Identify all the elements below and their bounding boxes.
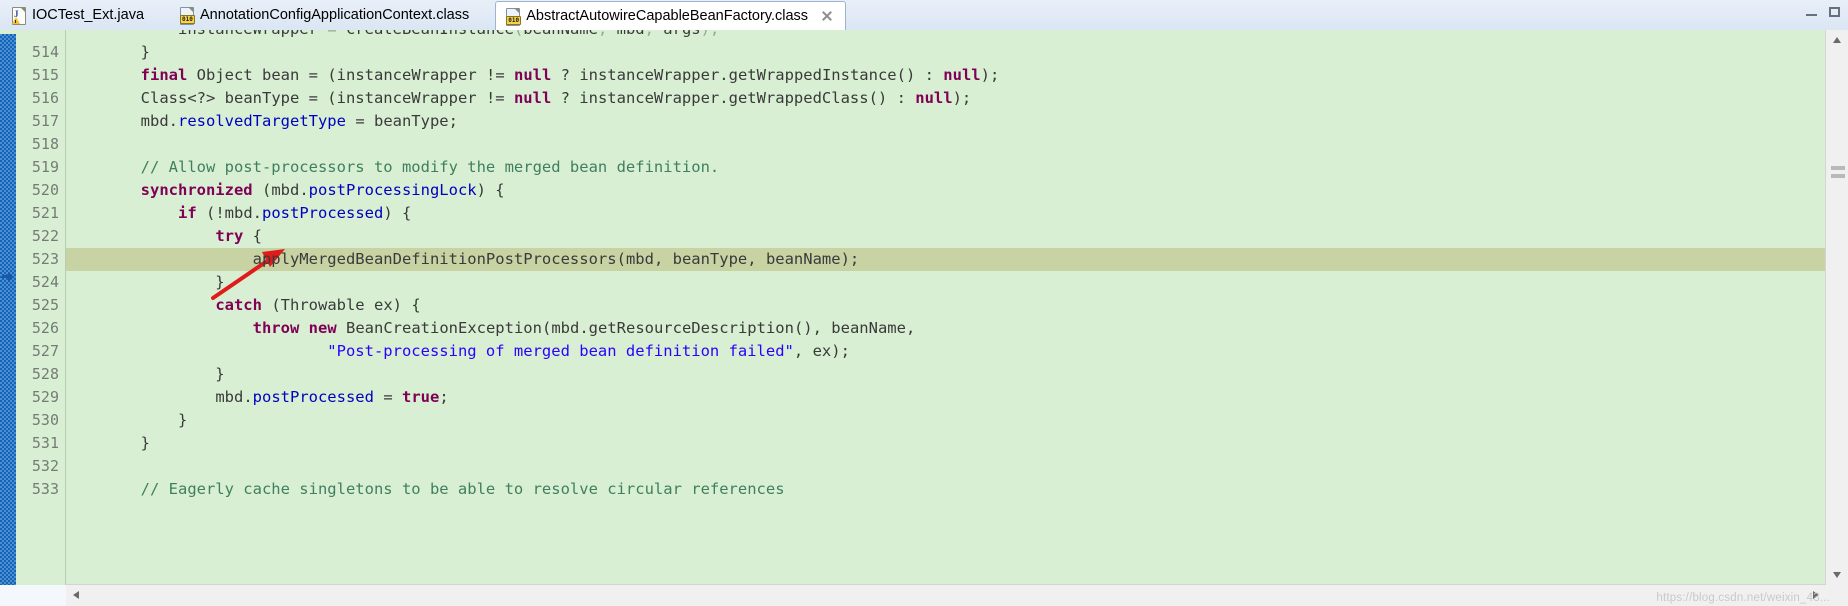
line-number: 515 xyxy=(31,66,59,84)
java-file-icon: J xyxy=(11,7,26,25)
tab-abstractautowirecapablebeanfactory-class[interactable]: 010 AbstractAutowireCapableBeanFactory.c… xyxy=(495,1,847,30)
window-controls xyxy=(1805,5,1842,19)
code-line[interactable]: final Object bean = (instanceWrapper != … xyxy=(66,64,1826,87)
code-line[interactable] xyxy=(66,133,1826,156)
tab-label: AnnotationConfigApplicationContext.class xyxy=(200,7,470,24)
code-line-text: instanceWrapper = createBeanInstance(bea… xyxy=(66,30,719,38)
change-bar xyxy=(0,30,16,585)
line-number: 530 xyxy=(31,411,59,429)
code-line[interactable]: } xyxy=(66,41,1826,64)
code-line-text: } xyxy=(66,434,150,452)
code-line[interactable]: } xyxy=(66,409,1826,432)
line-number: 527 xyxy=(31,342,59,360)
code-editor[interactable]: 514 515 516 517 518 519 520 521 522 523 524 525 526 5… xyxy=(0,30,1848,585)
code-line[interactable]: throw new BeanCreationException(mbd.getR… xyxy=(66,317,1826,340)
class-file-icon: 010 xyxy=(505,7,522,26)
line-number: 531 xyxy=(31,434,59,452)
watermark-text: https://blog.csdn.net/weixin_43... xyxy=(1656,592,1830,604)
ruler-marker[interactable] xyxy=(1831,174,1845,178)
code-line-text: } xyxy=(66,273,225,291)
line-number: 519 xyxy=(31,158,59,176)
tab-label: AbstractAutowireCapableBeanFactory.class xyxy=(526,7,809,24)
code-line[interactable]: // Allow post-processors to modify the m… xyxy=(66,156,1826,179)
breakpoint-marker-icon[interactable] xyxy=(2,271,14,283)
code-line[interactable]: } xyxy=(66,363,1826,386)
minimize-icon[interactable] xyxy=(1805,5,1819,19)
code-line-text: // Eagerly cache singletons to be able t… xyxy=(140,480,785,498)
change-bar-top-cap xyxy=(0,30,16,34)
code-line[interactable]: "Post-processing of merged bean definiti… xyxy=(66,340,1826,363)
code-line-text: synchronized (mbd.postProcessingLock) { xyxy=(140,181,505,199)
close-icon[interactable] xyxy=(821,10,833,22)
code-line[interactable]: catch (Throwable ex) { xyxy=(66,294,1826,317)
code-line[interactable]: if (!mbd.postProcessed) { xyxy=(66,202,1826,225)
selection-highlight xyxy=(858,248,1826,271)
line-number: 529 xyxy=(31,388,59,406)
line-number: 522 xyxy=(31,227,59,245)
code-line-text: Class<?> beanType = (instanceWrapper != … xyxy=(140,89,972,107)
code-line-text: // Allow post-processors to modify the m… xyxy=(140,158,720,176)
line-number: 528 xyxy=(31,365,59,383)
code-line-text: } xyxy=(66,365,225,383)
line-number: 520 xyxy=(31,181,59,199)
code-line-text: catch (Throwable ex) { xyxy=(215,296,421,314)
code-line-text: } xyxy=(66,43,150,61)
code-line-text: try { xyxy=(215,227,262,245)
code-line-text: } xyxy=(66,411,188,429)
class-file-icon: 010 xyxy=(179,7,195,25)
code-line-text: "Post-processing of merged bean definiti… xyxy=(327,342,850,360)
vertical-scrollbar[interactable] xyxy=(1825,30,1848,585)
line-number: 525 xyxy=(31,296,59,314)
horizontal-scrollbar[interactable] xyxy=(66,584,1826,606)
line-number: 523 xyxy=(31,250,59,268)
code-line[interactable]: // Eagerly cache singletons to be able t… xyxy=(66,478,1826,501)
code-line[interactable]: Class<?> beanType = (instanceWrapper != … xyxy=(66,87,1826,110)
line-number-gutter: 514 515 516 517 518 519 520 521 522 523 524 525 526 5… xyxy=(16,30,66,585)
tab-annotationconfigapplicationcontext-class[interactable]: 010 AnnotationConfigApplicationContext.c… xyxy=(170,1,481,30)
line-number: 524 xyxy=(31,273,59,291)
line-number: 533 xyxy=(31,480,59,498)
line-number: 516 xyxy=(31,89,59,107)
tab-ioctest-ext-java[interactable]: J IOCTest_Ext.java xyxy=(2,1,156,30)
maximize-icon[interactable] xyxy=(1828,5,1842,19)
code-line[interactable]: try { xyxy=(66,225,1826,248)
scroll-down-button[interactable] xyxy=(1826,565,1848,585)
scroll-left-button[interactable] xyxy=(66,585,86,605)
code-line[interactable]: synchronized (mbd.postProcessingLock) { xyxy=(66,179,1826,202)
tab-label: IOCTest_Ext.java xyxy=(32,7,145,24)
code-line-text: mbd.resolvedTargetType = beanType; xyxy=(140,112,458,130)
code-text-area[interactable]: instanceWrapper = createBeanInstance(bea… xyxy=(66,30,1826,585)
editor-tab-bar: J IOCTest_Ext.java 010 AnnotationConfigA… xyxy=(0,0,1848,31)
line-number: 526 xyxy=(31,319,59,337)
code-line[interactable] xyxy=(66,455,1826,478)
line-number: 521 xyxy=(31,204,59,222)
code-line[interactable]: } xyxy=(66,432,1826,455)
code-line[interactable]: } xyxy=(66,271,1826,294)
code-line[interactable]: mbd.resolvedTargetType = beanType; xyxy=(66,110,1826,133)
code-line-text: if (!mbd.postProcessed) { xyxy=(177,204,412,222)
code-line[interactable]: applyMergedBeanDefinitionPostProcessors(… xyxy=(66,248,1826,271)
code-line[interactable]: instanceWrapper = createBeanInstance(bea… xyxy=(66,30,1826,41)
line-number: 517 xyxy=(31,112,59,130)
code-line-text: throw new BeanCreationException(mbd.getR… xyxy=(252,319,916,337)
eclipse-editor-window: J IOCTest_Ext.java 010 AnnotationConfigA… xyxy=(0,0,1848,606)
line-number: 514 xyxy=(31,43,59,61)
code-line-text: final Object bean = (instanceWrapper != … xyxy=(140,66,1000,84)
ruler-marker[interactable] xyxy=(1831,166,1845,170)
scroll-up-button[interactable] xyxy=(1826,30,1848,50)
code-line[interactable]: mbd.postProcessed = true; xyxy=(66,386,1826,409)
line-number: 518 xyxy=(31,135,59,153)
code-line-text: applyMergedBeanDefinitionPostProcessors(… xyxy=(252,250,860,268)
line-number: 532 xyxy=(31,457,59,475)
code-line-text: mbd.postProcessed = true; xyxy=(215,388,449,406)
